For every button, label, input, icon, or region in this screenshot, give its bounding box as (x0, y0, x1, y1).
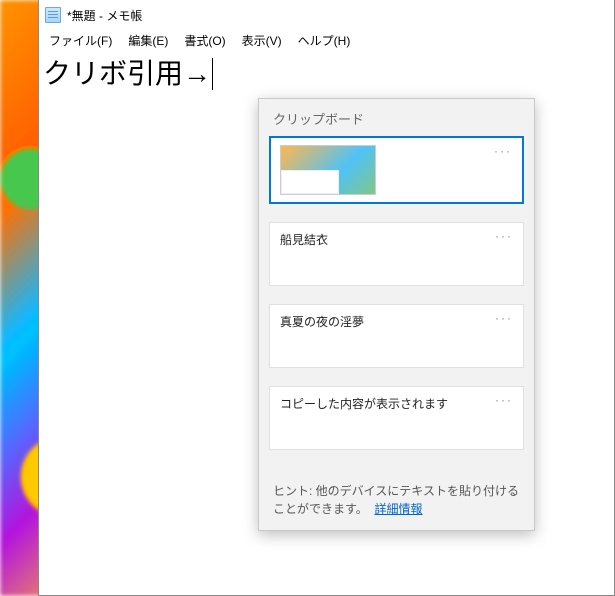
clipboard-item[interactable]: 船見結衣 ··· (269, 222, 524, 286)
clipboard-hint-link[interactable]: 詳細情報 (374, 502, 422, 516)
clipboard-image-thumbnail (280, 145, 376, 195)
menubar: ファイル(F) 編集(E) 書式(O) 表示(V) ヘルプ(H) (39, 30, 614, 50)
menu-help[interactable]: ヘルプ(H) (290, 31, 359, 50)
clipboard-history-panel: クリップボード ··· 船見結衣 ··· 真夏の夜の淫夢 ··· コピーした内容… (258, 98, 535, 531)
more-icon[interactable]: ··· (495, 229, 513, 243)
menu-format[interactable]: 書式(O) (176, 31, 233, 50)
editor-content: クリボ引用→ (43, 59, 211, 90)
window-title: *無題 - メモ帳 (67, 7, 142, 24)
clipboard-hint: ヒント: 他のデバイスにテキストを貼り付けることができます。 詳細情報 (259, 472, 534, 530)
clipboard-title: クリップボード (259, 99, 534, 136)
menu-edit[interactable]: 編集(E) (120, 31, 176, 50)
more-icon[interactable]: ··· (495, 393, 513, 407)
clipboard-item-text: 真夏の夜の淫夢 (280, 315, 364, 329)
menu-file[interactable]: ファイル(F) (41, 31, 120, 50)
clipboard-items-list: ··· 船見結衣 ··· 真夏の夜の淫夢 ··· コピーした内容が表示されます … (259, 136, 534, 472)
notepad-app-icon (45, 7, 61, 23)
menu-view[interactable]: 表示(V) (234, 31, 290, 50)
more-icon[interactable]: ··· (495, 311, 513, 325)
more-icon[interactable]: ··· (494, 144, 512, 158)
clipboard-item-text: コピーした内容が表示されます (280, 397, 448, 411)
clipboard-item-text: 船見結衣 (280, 233, 328, 247)
clipboard-item[interactable]: コピーした内容が表示されます ··· (269, 386, 524, 450)
clipboard-item[interactable]: 真夏の夜の淫夢 ··· (269, 304, 524, 368)
clipboard-item[interactable]: ··· (269, 136, 524, 204)
titlebar[interactable]: *無題 - メモ帳 (39, 0, 614, 30)
text-caret (212, 58, 213, 90)
